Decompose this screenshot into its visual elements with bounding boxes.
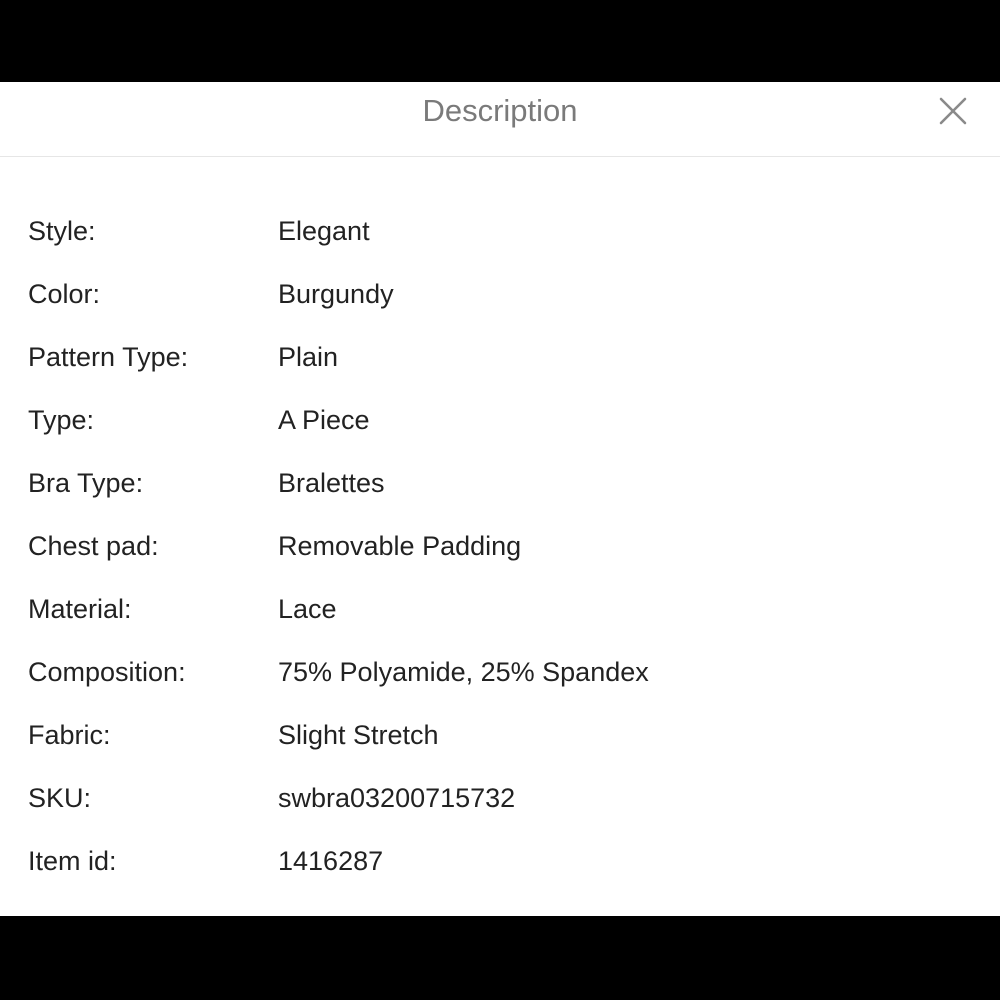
detail-value: Bralettes: [278, 468, 385, 498]
detail-row-material: Material: Lace: [0, 578, 1000, 641]
detail-row-sku: SKU: swbra03200715732: [0, 767, 1000, 830]
detail-row-style: Style: Elegant: [0, 200, 1000, 263]
detail-value: A Piece: [278, 405, 370, 435]
screen: Description Style: Elegant Color: Burgun…: [0, 0, 1000, 1000]
sheet-header: Description: [0, 82, 1000, 157]
detail-value: 75% Polyamide, 25% Spandex: [278, 657, 649, 687]
detail-label: Composition:: [28, 657, 186, 687]
detail-row-color: Color: Burgundy: [0, 263, 1000, 326]
detail-label: Fabric:: [28, 720, 111, 750]
detail-label: Chest pad:: [28, 531, 159, 561]
sheet-title: Description: [422, 93, 578, 128]
detail-row-chest-pad: Chest pad: Removable Padding: [0, 515, 1000, 578]
close-icon: [939, 97, 967, 125]
detail-label: Style:: [28, 216, 96, 246]
detail-row-type: Type: A Piece: [0, 389, 1000, 452]
detail-value: Removable Padding: [278, 531, 522, 561]
detail-label: Pattern Type:: [28, 342, 189, 372]
detail-label: Item id:: [28, 846, 117, 876]
detail-label: Bra Type:: [28, 468, 144, 498]
detail-value: Slight Stretch: [278, 720, 439, 750]
detail-value: swbra03200715732: [278, 783, 516, 813]
detail-value: Lace: [278, 594, 337, 624]
detail-row-composition: Composition: 75% Polyamide, 25% Spandex: [0, 641, 1000, 704]
detail-value: Plain: [278, 342, 339, 372]
detail-row-bra-type: Bra Type: Bralettes: [0, 452, 1000, 515]
detail-row-pattern-type: Pattern Type: Plain: [0, 326, 1000, 389]
description-sheet: Description Style: Elegant Color: Burgun…: [0, 82, 1000, 916]
detail-value: Elegant: [278, 216, 370, 246]
detail-value: 1416287: [278, 846, 384, 876]
detail-list: Style: Elegant Color: Burgundy Pattern T…: [0, 200, 1000, 893]
detail-row-fabric: Fabric: Slight Stretch: [0, 704, 1000, 767]
detail-label: Color:: [28, 279, 101, 309]
detail-label: SKU:: [28, 783, 92, 813]
detail-row-item-id: Item id: 1416287: [0, 830, 1000, 893]
detail-value: Burgundy: [278, 279, 394, 309]
close-button[interactable]: [934, 92, 972, 130]
detail-label: Type:: [28, 405, 95, 435]
detail-label: Material:: [28, 594, 132, 624]
